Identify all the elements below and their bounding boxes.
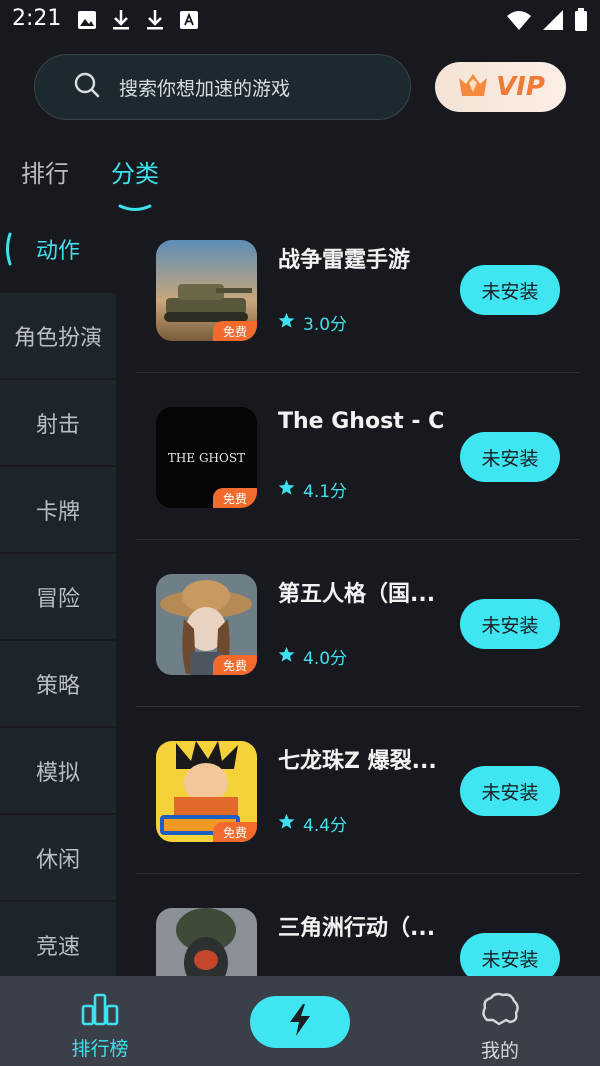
rating-text: 4.1分 [303,482,348,502]
install-button[interactable]: 未安装 [460,933,560,976]
list-item[interactable]: 免费 七龙珠Z 爆裂... 4.4分 未安装 [136,707,580,874]
sidebar-item-label: 休闲 [35,847,80,873]
bar-chart-icon [80,992,120,1030]
search-icon [73,71,101,103]
sidebar-item-card[interactable]: 卡牌 [0,467,116,552]
game-name: The Ghost - C... [278,409,443,434]
category-sidebar: 动作 角色扮演 射击 卡牌 冒险 策略 模拟 休闲 竞速 [0,206,116,976]
list-item[interactable]: 免费 战争雷霆手游 3.0分 未安装 [136,206,580,373]
star-icon [278,312,295,333]
star-icon [278,479,295,500]
search-input[interactable]: 搜索你想加速的游戏 [34,54,411,120]
game-name: 三角洲行动（... [278,916,436,941]
free-badge: 免费 [213,655,257,675]
rating-text: 3.0分 [303,315,348,335]
game-rating: 4.4分 [278,811,347,836]
sidebar-item-strategy[interactable]: 策略 [0,641,116,726]
search-placeholder: 搜索你想加速的游戏 [119,77,291,100]
sidebar-item-adventure[interactable]: 冒险 [0,554,116,639]
sidebar-item-label: 卡牌 [35,499,80,525]
install-button[interactable]: 未安装 [460,265,560,315]
delta-force-icon [156,908,257,976]
status-bar: 2:21 [0,0,600,44]
sidebar-item-label: 射击 [35,412,80,438]
rating-text: 4.0分 [303,649,348,669]
free-badge: 免费 [213,488,257,508]
system-status-icons [506,8,588,36]
image-icon [76,8,98,32]
nav-mine-label: 我的 [480,1040,519,1062]
rating-text: 4.4分 [303,816,348,836]
status-time: 2:21 [12,6,62,31]
game-list: 免费 战争雷霆手游 3.0分 未安装 THE GHOST 免费 The Ghos… [136,206,580,976]
nav-rank-label: 排行榜 [71,1038,129,1060]
sidebar-item-simulation[interactable]: 模拟 [0,728,116,813]
game-name: 七龙珠Z 爆裂... [278,749,437,774]
vip-label: VIP [496,72,545,102]
sidebar-item-rpg[interactable]: 角色扮演 [0,293,116,378]
identity-v-icon: 免费 [156,574,257,675]
game-rating: 4.1分 [278,477,347,502]
star-icon [278,646,295,667]
list-item[interactable]: 免费 第五人格（国... 4.0分 未安装 [136,540,580,707]
sidebar-item-racing[interactable]: 竞速 [0,902,116,976]
sidebar-item-casual[interactable]: 休闲 [0,815,116,900]
free-badge: 免费 [213,321,257,341]
tab-rank[interactable]: 排行 [21,154,69,189]
boost-button[interactable] [250,996,350,1048]
sidebar-item-label: 动作 [35,238,80,264]
wifi-icon [506,9,532,35]
active-indicator [4,232,12,272]
dragon-ball-icon: 免费 [156,741,257,842]
icon-text: THE GHOST [168,451,245,465]
install-button[interactable]: 未安装 [460,432,560,482]
lightning-icon [287,1003,313,1041]
free-badge: 免费 [213,822,257,842]
tab-category[interactable]: 分类 [111,154,159,189]
sidebar-item-action[interactable]: 动作 [0,206,116,291]
install-button[interactable]: 未安装 [460,766,560,816]
nav-mine[interactable]: 我的 [440,976,560,1066]
list-item[interactable]: 三角洲行动（... 未安装 [136,874,580,976]
sidebar-item-label: 策略 [35,673,80,699]
sidebar-item-label: 冒险 [35,586,80,612]
star-icon [278,813,295,834]
game-rating: 4.0分 [278,644,347,669]
nav-rank[interactable]: 排行榜 [40,976,160,1066]
list-item[interactable]: THE GHOST 免费 The Ghost - C... 4.1分 未安装 [136,373,580,540]
vip-button[interactable]: VIP [435,62,566,112]
game-rating: 3.0分 [278,310,347,335]
sidebar-item-label: 竞速 [35,934,80,960]
tank-game-icon: 免费 [156,240,257,341]
install-button[interactable]: 未安装 [460,599,560,649]
sidebar-item-label: 模拟 [35,760,80,786]
signal-icon [542,9,564,35]
game-name: 第五人格（国... [278,582,436,607]
the-ghost-icon: THE GHOST 免费 [156,407,257,508]
bottom-nav: 排行榜 我的 [0,976,600,1066]
crown-icon [456,70,490,104]
profile-icon [479,990,521,1032]
font-icon [178,8,200,32]
notification-icons [76,8,200,32]
sidebar-item-shooter[interactable]: 射击 [0,380,116,465]
download-icon [110,8,132,32]
download-icon [144,8,166,32]
battery-icon [574,8,588,36]
sidebar-item-label: 角色扮演 [13,325,102,351]
game-name: 战争雷霆手游 [278,248,411,273]
